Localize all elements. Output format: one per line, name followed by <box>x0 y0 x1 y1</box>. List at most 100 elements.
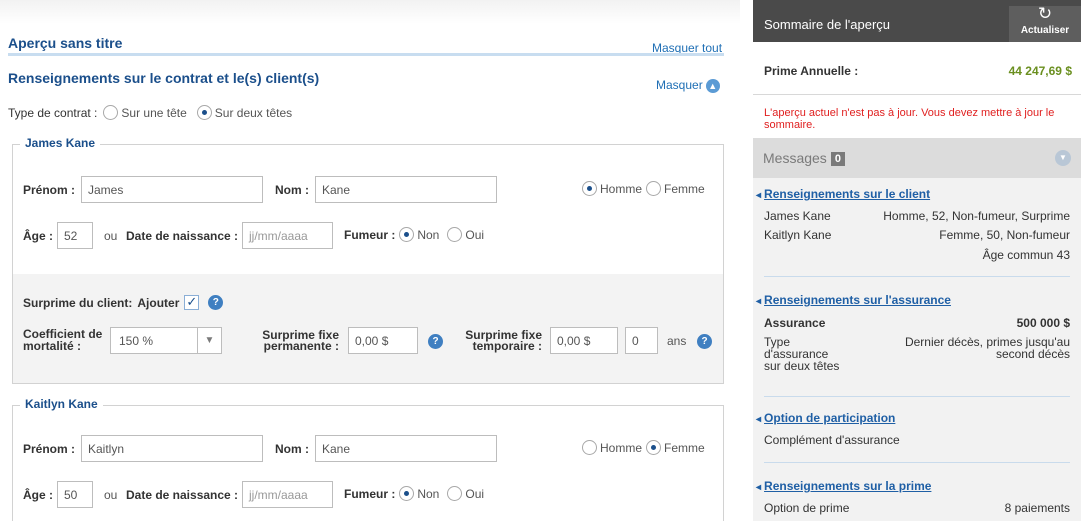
client-info-link[interactable]: ◂ Renseignements sur le client <box>756 187 930 201</box>
client-legend-kaitlyn: Kaitlyn Kane <box>20 397 103 411</box>
mortality-value: 150 % <box>119 334 154 348</box>
age-input[interactable]: 50 <box>57 481 93 508</box>
hide-section-link[interactable]: Masquer ▲ <box>656 78 720 93</box>
first-name-input[interactable]: Kaitlyn <box>81 435 263 462</box>
refresh-icon: ↻ <box>1037 4 1053 23</box>
contract-joint-option[interactable]: Sur deux têtes <box>196 105 293 120</box>
sex-female-option[interactable]: Femme <box>646 440 705 455</box>
messages-title[interactable]: Messages 0 <box>763 150 845 166</box>
section-divider <box>764 396 1070 397</box>
section-divider <box>764 276 1070 277</box>
temp-years-input[interactable]: 0 <box>625 327 658 354</box>
temp-label-line2: temporaire : <box>472 339 542 353</box>
premium-separator <box>753 94 1081 95</box>
chevron-up-icon: ▲ <box>705 78 720 93</box>
contract-single-option[interactable]: Sur une tête <box>103 105 187 120</box>
contract-single-label: Sur une tête <box>121 105 187 120</box>
sex-female-label: Femme <box>664 440 705 455</box>
mortality-select[interactable]: 150 % ▼ <box>110 327 222 354</box>
or-label: ou <box>104 229 118 243</box>
smoker-yes-label: Oui <box>465 227 485 242</box>
smoker-no-option[interactable]: Non <box>399 227 439 242</box>
smoker-yes-label: Oui <box>465 486 485 501</box>
section-divider <box>764 462 1070 463</box>
last-name-input[interactable]: Kane <box>315 435 497 462</box>
or-label: ou <box>104 488 118 502</box>
smoker-yes-radio[interactable] <box>447 227 463 242</box>
chevron-down-icon: ▼ <box>197 328 221 353</box>
sex-female-label: Femme <box>664 181 705 196</box>
insurance-amount-value: 500 000 $ <box>1016 316 1070 330</box>
smoker-label: Fumeur : <box>344 486 396 501</box>
surcharge-add-label: Ajouter <box>137 295 180 310</box>
help-icon[interactable]: ? <box>697 334 712 349</box>
sex-male-option[interactable]: Homme <box>582 440 642 455</box>
participation-title: Option de participation <box>764 411 896 425</box>
smoker-no-radio[interactable] <box>399 486 415 501</box>
client-row-detail: Homme, 52, Non-fumeur, Surprime <box>883 209 1070 223</box>
smoker-no-radio[interactable] <box>399 227 415 242</box>
temp-surcharge-label: Surprime fixe temporaire : <box>458 329 542 353</box>
smoker-no-label: Non <box>417 486 440 501</box>
smoker-group: Fumeur : Non Oui <box>344 227 488 242</box>
last-name-input[interactable]: Kane <box>315 176 497 203</box>
client-legend-james: James Kane <box>20 136 101 150</box>
expand-icon[interactable]: ▼ <box>1055 150 1071 166</box>
sex-female-radio[interactable] <box>646 181 662 196</box>
contract-joint-label: Sur deux têtes <box>214 105 293 120</box>
client-row-name: Kaitlyn Kane <box>764 228 832 242</box>
contract-single-radio[interactable] <box>103 105 119 120</box>
smoker-no-label: Non <box>417 227 440 242</box>
age-label: Âge : <box>23 488 53 502</box>
participation-link[interactable]: ◂ Option de participation <box>756 411 895 425</box>
chevron-left-icon: ◂ <box>756 482 762 493</box>
sex-male-radio[interactable] <box>582 181 597 196</box>
temp-surcharge-input[interactable]: 0,00 $ <box>550 327 618 354</box>
chevron-left-icon: ◂ <box>756 414 762 425</box>
mortality-label: Coefficient de mortalité : <box>23 328 102 352</box>
client-row-name: James Kane <box>764 209 831 223</box>
dob-label: Date de naissance : <box>126 229 239 243</box>
age-input[interactable]: 52 <box>57 222 93 249</box>
surcharge-label: Surprime du client: <box>23 295 133 310</box>
dob-label: Date de naissance : <box>126 488 239 502</box>
dob-input[interactable]: jj/mm/aaaa <box>242 481 333 508</box>
years-label: ans <box>667 334 687 348</box>
refresh-button[interactable]: ↻ Actualiser <box>1009 4 1081 42</box>
smoker-yes-option[interactable]: Oui <box>447 486 484 501</box>
premium-info-link[interactable]: ◂ Renseignements sur la prime <box>756 479 931 493</box>
top-shadow <box>0 0 740 24</box>
title-rule <box>8 53 724 56</box>
insurance-type-value: Dernier décès, primes jusqu'au second dé… <box>870 336 1070 360</box>
outdated-warning: L'aperçu actuel n'est pas à jour. Vous d… <box>764 107 1055 131</box>
insurance-type-label-3: sur deux têtes <box>764 359 840 373</box>
smoker-yes-option[interactable]: Oui <box>447 227 484 242</box>
perm-surcharge-input[interactable]: 0,00 $ <box>348 327 418 354</box>
sex-female-option[interactable]: Femme <box>646 181 705 196</box>
last-name-label: Nom : <box>275 442 309 456</box>
hide-section-label: Masquer <box>656 78 703 92</box>
chevron-left-icon: ◂ <box>756 296 762 307</box>
messages-count-badge: 0 <box>830 152 845 166</box>
smoker-label: Fumeur : <box>344 227 396 242</box>
sex-radio-group: Homme Femme <box>582 181 709 196</box>
sex-male-radio[interactable] <box>582 440 597 455</box>
smoker-yes-radio[interactable] <box>447 486 463 501</box>
surcharge-add-checkbox[interactable] <box>184 294 200 310</box>
insurance-info-link[interactable]: ◂ Renseignements sur l'assurance <box>756 293 951 307</box>
section-title: Renseignements sur le contrat et le(s) c… <box>8 70 320 86</box>
smoker-no-option[interactable]: Non <box>399 486 439 501</box>
mortality-label-line2: mortalité : <box>23 339 82 353</box>
dob-input[interactable]: jj/mm/aaaa <box>242 222 333 249</box>
sex-male-label: Homme <box>600 181 643 196</box>
help-icon[interactable]: ? <box>208 295 224 310</box>
chevron-left-icon: ◂ <box>756 190 762 201</box>
joint-age: Âge commun 43 <box>982 248 1070 262</box>
perm-surcharge-label: Surprime fixe permanente : <box>255 329 339 352</box>
contract-joint-radio[interactable] <box>196 105 212 120</box>
contract-type-label: Type de contrat : <box>8 105 98 120</box>
first-name-input[interactable]: James <box>81 176 263 203</box>
sex-male-option[interactable]: Homme <box>582 181 642 196</box>
help-icon[interactable]: ? <box>428 334 443 349</box>
sex-female-radio[interactable] <box>646 440 662 455</box>
